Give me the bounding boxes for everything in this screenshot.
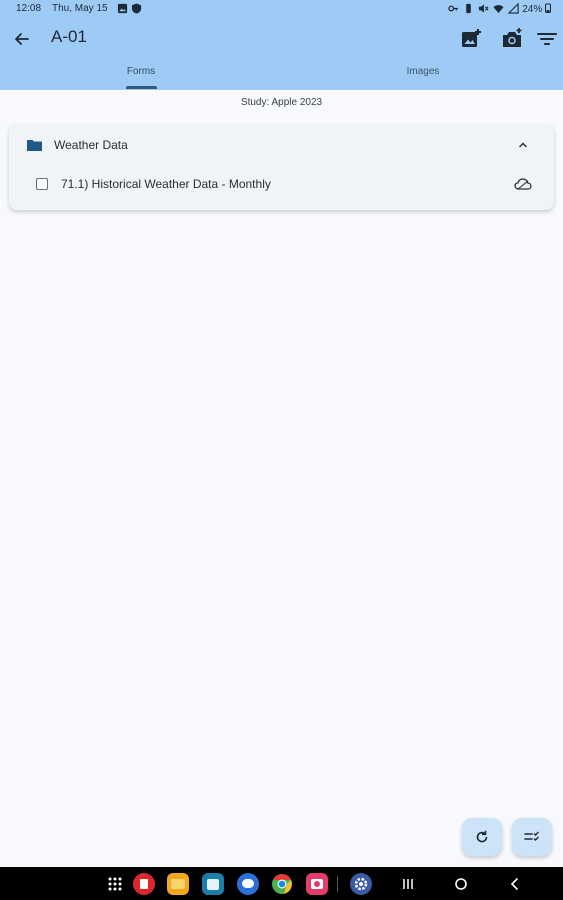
gallery-notification-icon (117, 3, 128, 14)
home-icon[interactable] (453, 876, 469, 892)
status-time: 12:08 (16, 3, 42, 14)
system-status-icons (448, 3, 519, 14)
recent-apps-icon[interactable] (400, 876, 416, 892)
messages-icon[interactable] (237, 873, 259, 895)
battery-indicator: 24% (522, 3, 551, 15)
form-group-card: Weather Data 71.1) Historical Weather Da… (9, 124, 554, 210)
chrome-icon[interactable] (271, 873, 293, 895)
tab-bar: Forms Images (0, 60, 563, 90)
screen-recorder-icon[interactable] (306, 873, 328, 895)
refresh-button[interactable] (462, 818, 502, 856)
group-title: Weather Data (54, 138, 128, 152)
cloud-icon[interactable] (514, 177, 532, 191)
form-list-item[interactable]: 71.1) Historical Weather Data - Monthly (9, 168, 554, 200)
files-icon[interactable] (167, 873, 189, 895)
apps-grid-icon[interactable] (104, 873, 126, 895)
form-checkbox[interactable] (36, 178, 48, 190)
add-image-icon[interactable] (459, 27, 483, 51)
dock-divider (337, 876, 338, 892)
vibrate-icon (466, 3, 471, 14)
tab-images[interactable]: Images (392, 60, 454, 90)
mute-icon (478, 4, 489, 13)
settings-icon[interactable] (350, 873, 372, 895)
back-arrow-icon[interactable] (12, 29, 32, 49)
form-item-label: 71.1) Historical Weather Data - Monthly (61, 177, 271, 191)
folder-icon (27, 140, 42, 151)
checklist-button[interactable] (512, 818, 552, 856)
refresh-icon (476, 830, 488, 843)
status-bar: 12:08 Thu, May 15 24% (0, 0, 563, 18)
tab-indicator (126, 86, 157, 89)
system-nav-bar (0, 867, 563, 900)
status-date: Thu, May 15 (52, 3, 108, 14)
nav-back-icon[interactable] (507, 876, 523, 892)
camera-icon[interactable] (500, 27, 524, 51)
battery-icon (545, 3, 551, 13)
battery-percent: 24% (522, 4, 543, 15)
app-bar: 12:08 Thu, May 15 24% A-01 Forms Images (0, 0, 563, 90)
checklist-icon (524, 831, 539, 841)
gear-icon (354, 877, 368, 891)
notification-icons (117, 3, 142, 14)
study-label: Study: Apple 2023 (240, 97, 323, 108)
signal-icon (508, 3, 519, 14)
calendar-icon[interactable] (202, 873, 224, 895)
shield-notification-icon (131, 3, 142, 14)
filter-icon[interactable] (535, 27, 559, 51)
page-title: A-01 (51, 27, 87, 46)
flipboard-icon[interactable] (133, 873, 155, 895)
key-icon (448, 5, 459, 12)
chevron-up-icon[interactable] (516, 138, 530, 152)
wifi-icon (493, 5, 504, 14)
